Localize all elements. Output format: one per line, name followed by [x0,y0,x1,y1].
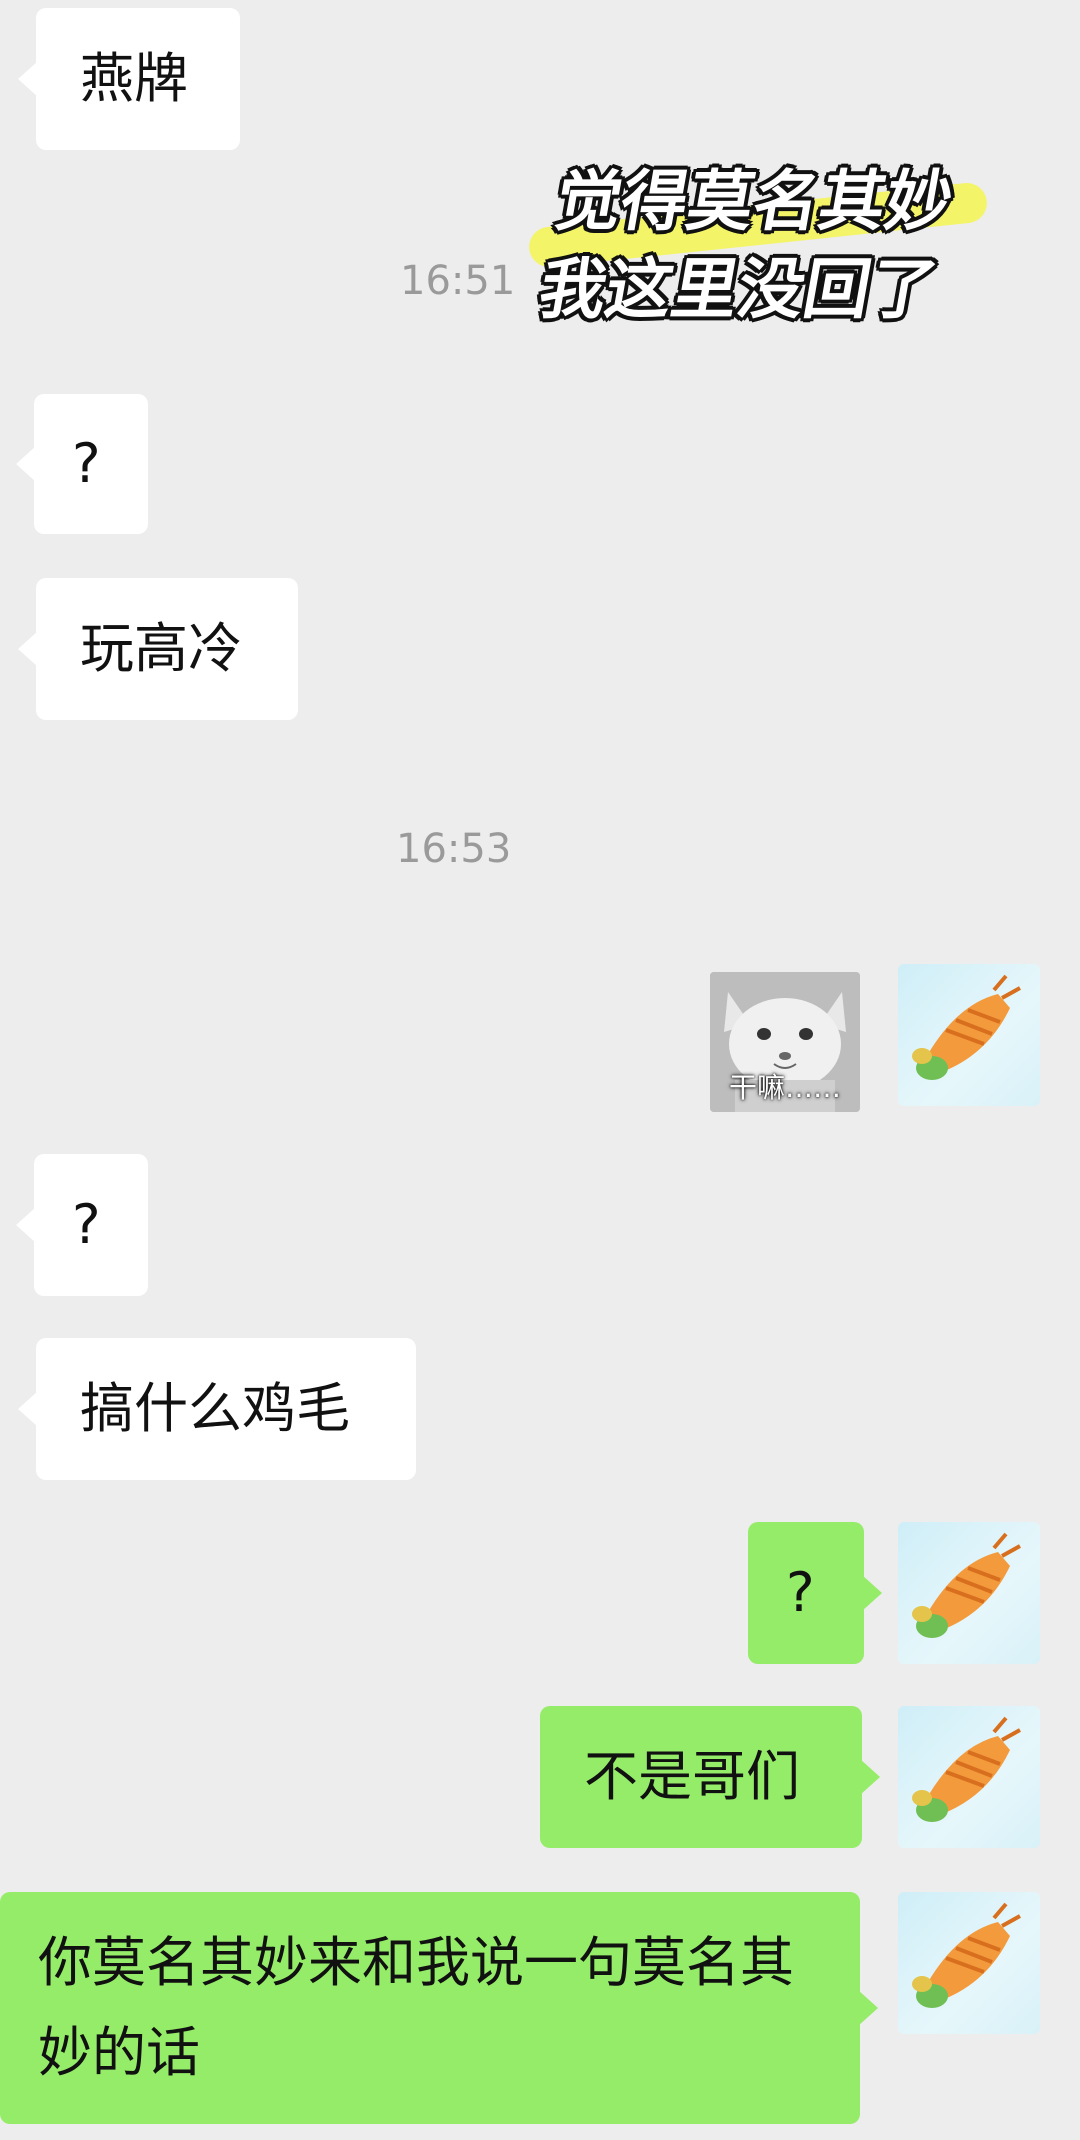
self-avatar[interactable] [898,1706,1040,1848]
message-text: 燕牌 [80,46,188,110]
message-bubble-incoming[interactable]: ? [16,1154,148,1296]
carrot-avatar-icon [912,1902,1021,2008]
message-text: 玩高冷 [80,616,242,680]
self-avatar[interactable] [898,1892,1040,2034]
message-bubble-incoming[interactable]: 玩高冷 [18,578,298,720]
overlay-caption-line2: 我这里没回了 [533,251,944,328]
timestamp: 16:53 [396,826,512,872]
message-bubble-incoming[interactable]: ? [16,394,148,534]
carrot-avatar-icon [912,974,1021,1080]
timestamp: 16:51 [400,258,516,304]
message-text: 搞什么鸡毛 [80,1376,350,1440]
message-bubble-incoming[interactable]: 燕牌 [18,8,240,150]
message-text: ? [72,431,101,495]
self-avatar[interactable] [898,964,1040,1106]
message-text: 你莫名其妙来和我说一句莫名其妙的话 [38,1931,794,2084]
message-bubble-incoming[interactable]: 搞什么鸡毛 [18,1338,416,1480]
sticker-caption: 干嘛…… [728,1071,841,1104]
self-avatar[interactable] [898,1522,1040,1664]
cat-sticker[interactable]: 干嘛…… [710,972,860,1112]
overlay-caption: 觉得莫名其妙 我这里没回了 [532,158,1003,334]
message-bubble-outgoing[interactable]: 不是哥们 [540,1706,880,1848]
carrot-avatar-icon [912,1716,1021,1822]
overlay-caption-line1: 觉得莫名其妙 [549,163,959,240]
message-bubble-outgoing[interactable]: 你莫名其妙来和我说一句莫名其妙的话 [0,1892,878,2124]
message-text: ? [786,1560,815,1624]
carrot-avatar-icon [912,1532,1021,1638]
message-bubble-outgoing[interactable]: ? [748,1522,882,1664]
message-text: ? [72,1192,101,1256]
message-text: 不是哥们 [584,1744,800,1808]
